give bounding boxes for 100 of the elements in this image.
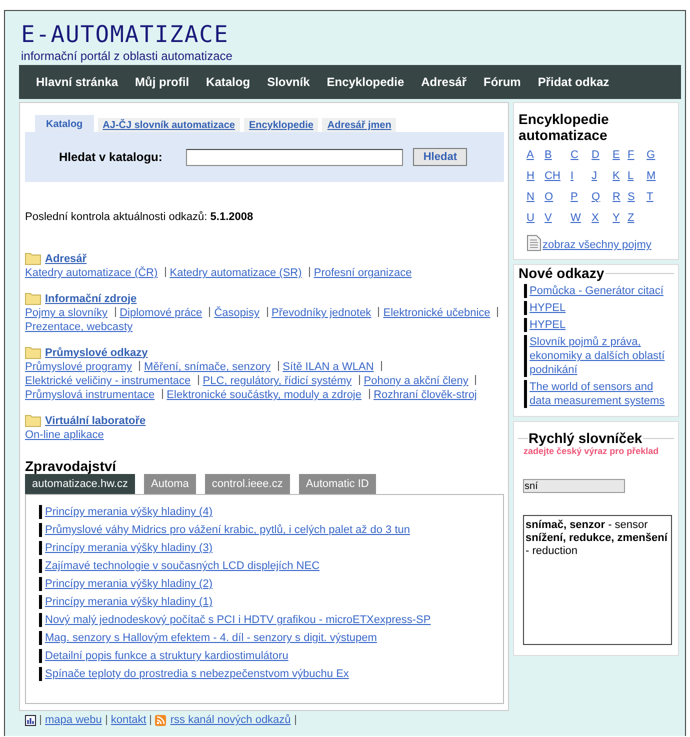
new-link[interactable]: Pomůcka - Generátor citací [530,284,674,298]
subcategory-link[interactable]: Prezentace, webcasty [25,320,133,334]
letter-link[interactable]: CH [544,170,560,182]
letter-link[interactable]: G [646,149,656,161]
subcategory-link[interactable]: Pojmy a slovníky [25,306,108,320]
search-field[interactable] [186,148,404,166]
letter-link[interactable]: U [526,212,534,224]
subcategory-link[interactable]: Sítě ILAN a WLAN [282,360,374,374]
new-link[interactable]: HYPEL [530,318,674,332]
news-link[interactable]: Zajímavé technologie v současných LCD displejích NEC [45,560,320,572]
subcategory-link[interactable]: Profesní organizace [314,266,412,280]
letter-link[interactable]: N [526,191,534,203]
chart-icon[interactable] [25,714,36,726]
encyclopedia-title: Encyklopedie automatizace [518,110,610,143]
news-link[interactable]: Princípy merania výšky hladiny (1) [45,596,213,608]
letter-link[interactable]: X [592,212,599,224]
last-check-text: Poslední kontrola aktuálnosti odkazů: 5.1.2008 [25,211,254,223]
news-link[interactable]: Nový malý jednodeskový počítač s PCI i HDTV grafikou - microETXexpress-SP [45,614,431,626]
subcategory-link[interactable]: PLC, regulátory, řídicí systémy [202,374,352,388]
letter-link[interactable]: A [526,149,534,161]
subcategory-link[interactable]: Pohony a akční členy [364,374,468,388]
nav-link[interactable]: Slovník [267,75,310,89]
subcategory-link[interactable]: Elektronické učebnice [383,306,490,320]
news-link[interactable]: Průmyslové váhy Midrics pro vážení krabic, pytlů, i celých palet až do 3 tun [45,524,410,536]
footer-link[interactable]: kontakt [110,714,146,726]
letter-link[interactable]: C [570,149,578,161]
footer-link[interactable]: rss kanál nových odkazů [170,714,291,726]
subcategory-link[interactable]: Katedry automatizace (ČR) [25,266,158,280]
new-links-title: Nové odkazy [518,265,606,281]
search-label: Hledat v katalogu: [59,150,162,164]
subcategory-link[interactable]: On-line aplikace [25,428,104,442]
letter-link[interactable]: H [526,170,534,182]
news-link[interactable]: Princípy merania výšky hladiny (4) [45,506,213,518]
letter-link[interactable]: L [628,170,634,182]
subcategory-link[interactable]: Katedry automatizace (SR) [170,266,302,280]
search-tab[interactable]: AJ-ČJ slovník automatizace [98,118,240,132]
letter-link[interactable]: M [646,170,656,182]
news-tab[interactable]: automatizace.hw.cz [25,474,135,494]
category-link[interactable]: Informační zdroje [45,292,137,304]
dictionary-result: snímač, senzor - sensor [526,519,649,532]
letter-link[interactable]: D [592,149,600,161]
nav-link[interactable]: Můj profil [135,75,190,89]
letter-link[interactable]: Y [612,212,620,224]
letter-link[interactable]: P [570,191,578,203]
dictionary-hint: zadejte český výraz pro překlad [524,446,660,456]
letter-link[interactable]: E [612,149,620,161]
letter-link[interactable]: Z [628,212,634,224]
nav-link[interactable]: Adresář [421,75,466,89]
folder-icon [25,252,41,265]
letter-link[interactable]: S [628,191,635,203]
news-tab[interactable]: Automatic ID [298,474,376,494]
new-link[interactable]: Slovník pojmů z práva, ekonomiky a dalších oblastí podnikání [530,335,674,377]
dictionary-title: Rychlý slovníček [528,430,644,446]
new-link[interactable]: HYPEL [530,301,674,315]
nav-link[interactable]: Encyklopedie [326,75,404,89]
news-link[interactable]: Princípy merania výšky hladiny (2) [45,578,213,590]
letter-link[interactable]: R [612,191,620,203]
letter-link[interactable]: O [544,191,554,203]
letter-link[interactable]: K [612,170,620,182]
news-link[interactable]: Spínače teploty do prostredia s nebezpečenstvom výbuchu Ex [45,668,349,680]
news-link[interactable]: Princípy merania výšky hladiny (3) [45,542,213,554]
search-tab[interactable]: Encyklopedie [244,118,318,132]
nav-link[interactable]: Fórum [483,75,521,89]
news-link[interactable]: Mag. senzory s Hallovým efektem - 4. díl - senzory s digit. výstupem [45,632,377,644]
category-link[interactable]: Průmyslové odkazy [45,346,148,358]
nav-link[interactable]: Hlavní stránka [36,75,118,89]
letter-link[interactable]: J [592,170,598,182]
category-link[interactable]: Virtuální laboratoře [45,414,146,426]
letter-link[interactable]: F [628,149,634,161]
folder-icon [25,292,41,305]
all-terms-link[interactable]: zobraz všechny pojmy [542,239,652,251]
search-tab[interactable]: Adresář jmen [322,118,396,132]
new-link[interactable]: The world of sensors and data measurement systems [530,380,674,408]
subcategory-link[interactable]: Převodníky jednotek [272,306,372,320]
subcategory-link[interactable]: Průmyslové programy [25,360,132,374]
document-icon [526,235,541,251]
search-button[interactable]: Hledat [413,148,467,166]
news-tab[interactable]: Automa [144,474,196,494]
dictionary-field[interactable]: sní [522,479,625,493]
nav-link[interactable]: Přidat odkaz [538,75,610,89]
nav-link[interactable]: Katalog [206,75,250,89]
subcategory-link[interactable]: Měření, snímače, senzory [144,360,271,374]
subcategory-link[interactable]: Diplomové práce [120,306,202,320]
news-link[interactable]: Detailní popis funkce a struktury kardiostimulátoru [45,650,288,662]
footer-link[interactable]: mapa webu [45,714,102,726]
category-link[interactable]: Adresář [45,252,87,264]
news-tab[interactable]: control.ieee.cz [204,474,290,494]
subcategory-link[interactable]: Rozhraní člověk-stroj [374,388,477,402]
letter-link[interactable]: W [570,212,581,224]
subcategory-link[interactable]: Elektronické součástky, moduly a zdroje [166,388,362,402]
letter-link[interactable]: I [570,170,574,182]
letter-link[interactable]: B [544,149,552,161]
search-tab[interactable]: Katalog [33,115,94,132]
subcategory-link[interactable]: Průmyslová instrumentace [25,388,155,402]
subcategory-link[interactable]: Časopisy [214,306,260,320]
site-logo[interactable]: E-AUTOMATIZACE [21,21,229,49]
letter-link[interactable]: Q [592,191,600,203]
letter-link[interactable]: T [646,191,654,203]
subcategory-link[interactable]: Elektrické veličiny - instrumentace [25,374,191,388]
letter-link[interactable]: V [544,212,552,224]
